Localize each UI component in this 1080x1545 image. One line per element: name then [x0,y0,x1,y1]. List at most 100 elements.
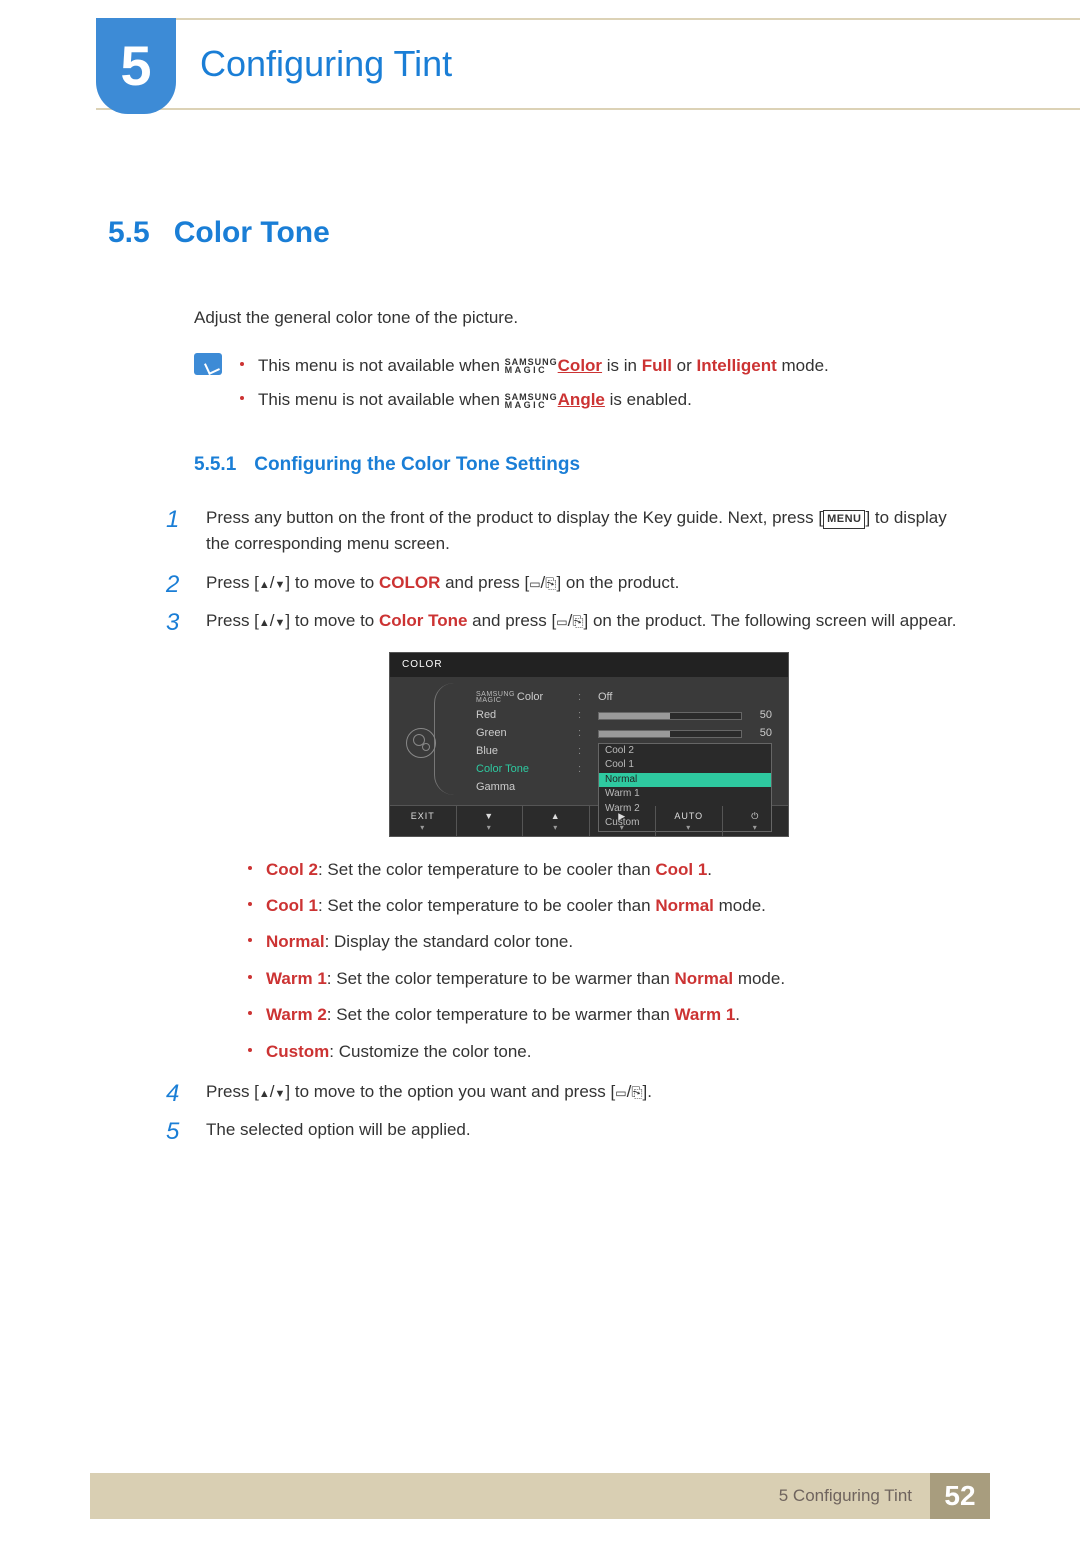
option-text: : Set the color temperature to be cooler… [318,896,655,915]
enter-icon [572,611,583,630]
section-number: 5.5 [108,210,150,257]
note-text: This menu is not available when [258,356,505,375]
footer-bar: 5 Configuring Tint [90,1473,930,1519]
chapter-number-box: 5 [96,18,176,114]
subsection-title: Configuring the Color Tone Settings [254,450,580,479]
option-text: : Customize the color tone. [329,1042,531,1061]
osd-slider-green [598,730,742,738]
samsung-magic-logo: SAMSUNGMAGIC [505,358,558,374]
keyword: Color Tone [379,611,467,630]
option-text: . [735,1005,740,1024]
osd-slider-red-value: 50 [750,707,772,724]
osd-footer: EXIT▾ ▼▾ ▲▾ ▶▾ AUTO▾ ⏻▾ [390,805,788,836]
steps-list: 1 Press any button on the front of the p… [166,505,972,1144]
step-text: The selected option will be applied. [206,1120,471,1139]
option-item: Cool 2: Set the color temperature to be … [248,857,972,883]
keyword: Normal [675,969,734,988]
step-text: ] on the product. [556,573,679,592]
osd-footer-auto: AUTO▾ [656,806,723,836]
subsection-heading: 5.5.1 Configuring the Color Tone Setting… [194,450,972,479]
keyword: Normal [655,896,714,915]
keyword: Warm 2 [266,1005,327,1024]
osd-option: Warm 1 [599,787,771,802]
option-item: Normal: Display the standard color tone. [248,929,972,955]
section-heading: 5.5 Color Tone [108,210,972,257]
keyword: Normal [266,932,325,951]
option-text: mode. [733,969,785,988]
palette-icon [406,728,436,758]
option-item: Warm 2: Set the color temperature to be … [248,1002,972,1028]
option-item: Cool 1: Set the color temperature to be … [248,893,972,919]
footer-chapter-text: 5 Configuring Tint [779,1483,912,1509]
step-text: Press [ [206,573,259,592]
note-text: This menu is not available when [258,390,505,409]
step-text: and press [ [467,611,556,630]
option-text: : Set the color temperature to be warmer… [327,969,675,988]
osd-screenshot: COLOR SAMSUNGMAGICColor Red Green Blue C… [389,652,789,836]
step-item: 5 The selected option will be applied. [166,1117,972,1143]
osd-row-label: Green [476,725,564,743]
page-body: 5.5 Color Tone Adjust the general color … [0,110,1080,1144]
note-text: is enabled. [605,390,692,409]
option-item: Warm 1: Set the color temperature to be … [248,966,972,992]
keyword: Custom [266,1042,329,1061]
down-arrow-icon [275,573,286,592]
step-text: Press [ [206,611,259,630]
step-text: ]. [643,1082,652,1101]
osd-footer-exit: EXIT▾ [390,806,457,836]
osd-slider-red [598,712,742,720]
samsung-magic-mini-logo: SAMSUNGMAGIC [476,692,515,705]
down-arrow-icon [275,611,286,630]
step-text: ] to move to [285,573,379,592]
section-lead: Adjust the general color tone of the pic… [194,305,972,331]
osd-option: Cool 2 [599,744,771,759]
rect-icon [529,573,540,592]
subsection-number: 5.5.1 [194,450,236,479]
osd-slider-green-value: 50 [750,725,772,742]
osd-value-green: 50 [598,725,772,743]
step-text: Press any button on the front of the pro… [206,508,823,527]
page-footer: 5 Configuring Tint 52 [0,1473,1080,1519]
option-item: Custom: Customize the color tone. [248,1039,972,1065]
keyword: Cool 1 [655,860,707,879]
osd-row-label: SAMSUNGMAGICColor [476,689,564,707]
footer-tail [990,1473,1080,1519]
keyword: Cool 1 [266,896,318,915]
note-item: This menu is not available when SAMSUNGM… [240,387,829,413]
osd-row-label-selected: Color Tone [476,761,564,779]
chapter-title: Configuring Tint [200,36,452,92]
osd-value-dropdown: Cool 2 Cool 1 Normal Warm 1 Warm 2 Custo… [598,743,772,761]
option-text: mode. [714,896,766,915]
osd-footer-up: ▲▾ [523,806,590,836]
footer-page-number: 52 [930,1473,990,1519]
note-text: or [672,356,697,375]
osd-values: Off 50 50 Cool 2 Cool 1 [598,689,772,797]
step-number: 1 [166,501,179,538]
osd-title: COLOR [390,653,788,677]
magic-angle-word: Angle [558,390,605,409]
option-text: . [707,860,712,879]
step-text: ] to move to the option you want and pre… [285,1082,615,1101]
up-arrow-icon [259,573,270,592]
step-number: 2 [166,566,179,603]
note-block: This menu is not available when SAMSUNGM… [194,353,972,422]
osd-option-selected: Normal [599,773,771,788]
osd-labels: SAMSUNGMAGICColor Red Green Blue Color T… [454,689,564,797]
osd-footer-down: ▼▾ [457,806,524,836]
menu-key-icon: MENU [823,510,865,529]
osd-row-label: Blue [476,743,564,761]
enter-icon [545,573,556,592]
osd-row-label: Gamma [476,779,564,797]
up-arrow-icon [259,1082,270,1101]
step-text: and press [ [440,573,529,592]
samsung-magic-logo: SAMSUNGMAGIC [505,393,558,409]
step-item: 4 Press [/] to move to the option you wa… [166,1079,972,1105]
step-item: 1 Press any button on the front of the p… [166,505,972,558]
keyword: Warm 1 [675,1005,736,1024]
rect-icon [556,611,567,630]
option-text: : Display the standard color tone. [325,932,574,951]
osd-colon-column: ::::: [578,689,584,797]
osd-value-red: 50 [598,707,772,725]
step-text: ] to move to [285,611,379,630]
keyword: COLOR [379,573,440,592]
